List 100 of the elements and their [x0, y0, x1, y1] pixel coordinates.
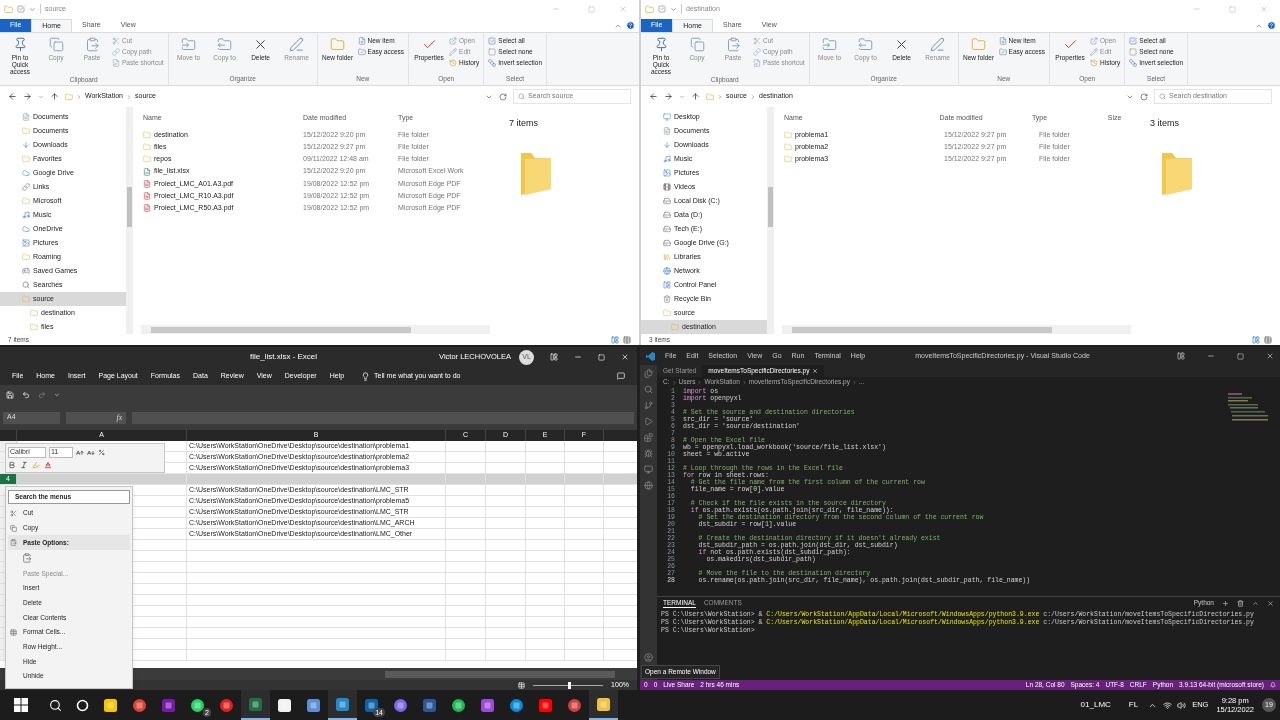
notebook-icon[interactable]	[161, 697, 176, 713]
run-icon[interactable]	[644, 417, 653, 426]
scissors-icon	[753, 37, 761, 45]
globe-icon[interactable]	[644, 481, 653, 490]
forward-icon[interactable]	[664, 92, 673, 101]
open-icon	[1090, 37, 1099, 45]
picture-icon	[663, 169, 671, 177]
dropdown-icon[interactable]	[29, 5, 36, 13]
pin-icon	[12, 37, 28, 52]
customize-icon[interactable]	[54, 392, 60, 398]
volume-icon[interactable]	[1177, 700, 1187, 710]
undo-icon[interactable]	[22, 391, 30, 399]
bell-icon[interactable]	[1270, 682, 1276, 688]
help-icon[interactable]	[626, 21, 635, 30]
back-icon[interactable]	[8, 92, 17, 101]
back-icon[interactable]	[649, 92, 658, 101]
close-icon[interactable]	[1267, 599, 1274, 607]
maximize-panel-icon[interactable]	[1252, 599, 1259, 607]
trash-icon[interactable]	[1237, 599, 1244, 607]
scrollbar[interactable]	[141, 325, 490, 334]
scrollbar[interactable]	[782, 325, 1131, 334]
shrink-font-icon[interactable]	[87, 448, 95, 457]
search-icon[interactable]	[49, 698, 62, 712]
chat-icon[interactable]	[190, 697, 205, 713]
collapse-icon[interactable]	[1255, 22, 1263, 30]
folder-icon	[663, 309, 671, 317]
network-icon	[663, 267, 671, 275]
document-app-icon[interactable]	[422, 697, 437, 713]
spreadsheet-icon	[143, 167, 151, 176]
scissors-icon	[112, 37, 120, 45]
start-icon[interactable]	[14, 698, 28, 712]
bold-icon[interactable]	[8, 461, 16, 469]
spreadsheet-icon[interactable]	[248, 696, 263, 712]
files-icon[interactable]	[644, 369, 653, 378]
scissors-icon	[10, 509, 17, 517]
minimize-icon[interactable]	[574, 353, 582, 361]
item-count: 7 items	[509, 117, 539, 130]
close-icon[interactable]	[1266, 352, 1274, 360]
web-browser-icon[interactable]	[509, 697, 524, 713]
branch-icon[interactable]	[644, 401, 653, 410]
refresh-icon[interactable]	[1140, 92, 1148, 101]
folder-icon	[30, 323, 38, 331]
music-app-icon[interactable]	[451, 697, 466, 713]
editor-logo-icon	[646, 351, 655, 361]
tiles-icon[interactable]	[306, 697, 321, 713]
record-icon[interactable]	[219, 697, 234, 713]
font-color-icon[interactable]	[44, 461, 52, 469]
control-panel-icon	[663, 281, 671, 289]
ribbon-display-icon[interactable]	[550, 353, 558, 361]
page-icon[interactable]	[277, 697, 292, 713]
gauge-icon[interactable]	[567, 697, 582, 713]
pdf-icon	[143, 192, 151, 201]
tray-label[interactable]: FL	[1128, 699, 1139, 711]
refresh-icon[interactable]	[499, 92, 507, 101]
normal-view-icon[interactable]	[518, 681, 526, 689]
add-icon[interactable]	[1222, 599, 1229, 607]
redo-icon[interactable]	[38, 391, 46, 399]
details-view-icon[interactable]	[611, 335, 619, 344]
minimize-icon[interactable]	[1207, 352, 1215, 360]
up-icon[interactable]	[691, 92, 700, 101]
collapse-icon[interactable]	[614, 22, 622, 30]
task-view-icon[interactable]	[76, 698, 89, 712]
drive-icon	[663, 211, 671, 219]
folder-icon	[143, 143, 151, 152]
folder-icon[interactable]	[596, 696, 611, 712]
scrollbar[interactable]	[126, 107, 133, 334]
folder-icon	[784, 143, 792, 152]
up-icon[interactable]	[50, 92, 59, 101]
browser-icon[interactable]	[132, 697, 147, 713]
paste-icon[interactable]	[22, 553, 32, 564]
forward-icon[interactable]	[23, 92, 32, 101]
account-icon[interactable]	[644, 653, 653, 662]
maximize-icon[interactable]	[1237, 352, 1244, 360]
details-view-icon[interactable]	[1252, 335, 1260, 344]
dropdown-icon[interactable]	[670, 5, 677, 13]
comment-icon[interactable]	[617, 372, 625, 380]
sticky-note-icon[interactable]	[103, 697, 118, 713]
copy-icon	[689, 37, 705, 52]
extensions-icon[interactable]	[644, 433, 653, 442]
bug-icon[interactable]	[644, 449, 653, 458]
scrollbar[interactable]	[385, 670, 615, 678]
scrollbar[interactable]	[767, 107, 774, 334]
percent-icon[interactable]	[98, 449, 105, 456]
toolbar-label[interactable]: 01_LMC	[1080, 699, 1111, 711]
save-icon[interactable]	[6, 391, 14, 399]
gallery-icon[interactable]	[480, 697, 495, 713]
italic-icon[interactable]	[20, 461, 28, 469]
tiles-view-icon[interactable]	[623, 335, 631, 344]
tiles-view-icon[interactable]	[1264, 335, 1272, 344]
folder-icon	[22, 253, 30, 261]
folder-icon	[330, 37, 346, 52]
help-icon[interactable]	[1267, 21, 1276, 30]
layout-icon[interactable]	[1177, 352, 1185, 360]
task-app-icon[interactable]	[393, 697, 408, 713]
video-icon[interactable]	[538, 697, 553, 713]
folder-arrow-icon	[822, 37, 838, 52]
grow-font-icon[interactable]	[76, 448, 84, 457]
monitor-icon[interactable]	[644, 465, 653, 474]
code-editor-icon[interactable]	[335, 696, 350, 712]
wifi-icon[interactable]	[1163, 700, 1173, 710]
